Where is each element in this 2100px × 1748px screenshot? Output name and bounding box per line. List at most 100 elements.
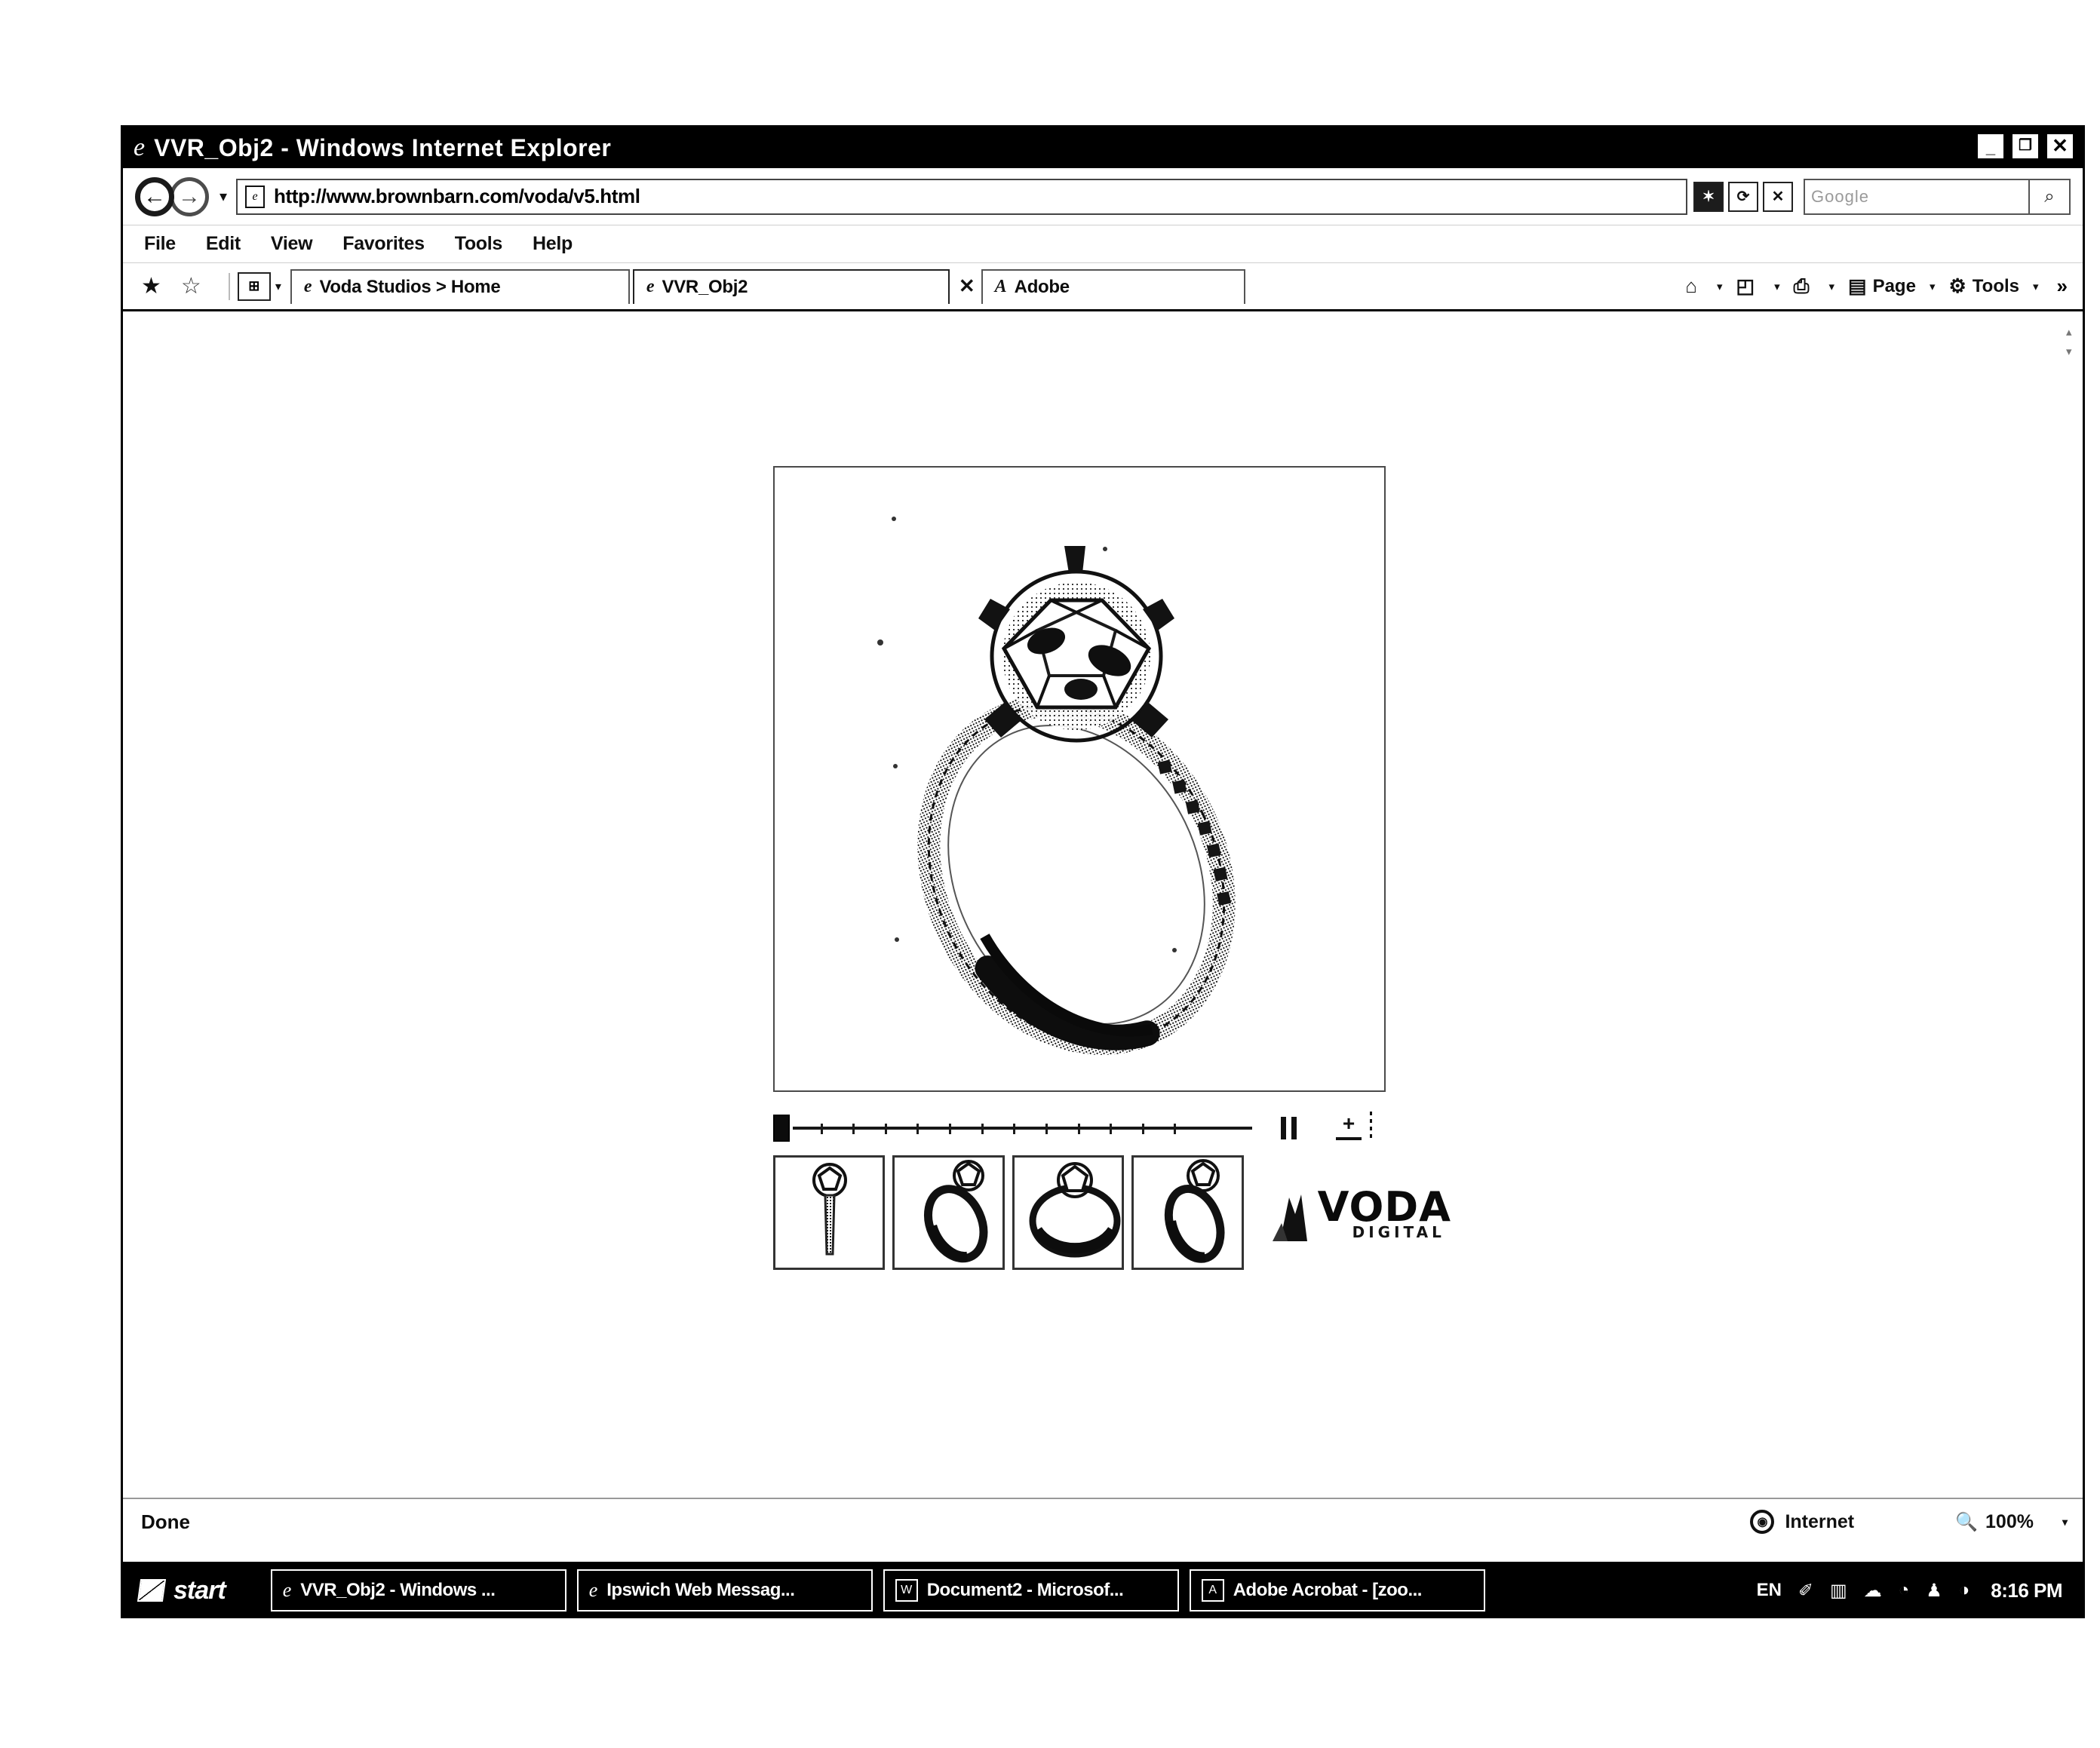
search-input[interactable]: Google <box>1804 178 2030 215</box>
address-bar-icons: ✶ ⟳ ✕ <box>1693 181 1793 212</box>
window-title: VVR_Obj2 - Windows Internet Explorer <box>154 133 612 161</box>
shield-icon[interactable]: ◔ <box>1899 1580 1910 1601</box>
menu-edit[interactable]: Edit <box>206 233 241 255</box>
tab-list-caret-icon[interactable]: ▾ <box>275 279 281 294</box>
rotation-slider-track[interactable] <box>793 1124 1252 1134</box>
tools-menu-button[interactable]: ⚙ Tools <box>1945 274 2022 298</box>
tools-caret-icon[interactable]: ▾ <box>2033 280 2039 293</box>
tab-adobe[interactable]: A Adobe <box>981 268 1245 304</box>
taskbar-item-label: Adobe Acrobat - [zoo... <box>1233 1580 1422 1600</box>
pause-button[interactable] <box>1281 1117 1297 1139</box>
windows-logo-icon <box>137 1579 167 1602</box>
internet-explorer-icon: e <box>588 1579 598 1601</box>
tab-bar: ★ ☆ ⊞ ▾ e Voda Studios > Home e VVR_Obj2… <box>123 263 2083 311</box>
zoom-slider-track[interactable] <box>1370 1112 1372 1142</box>
pen-icon[interactable]: ✐ <box>1798 1580 1813 1602</box>
thumbnail-view-angled-left[interactable] <box>892 1155 1005 1270</box>
taskbar-item-document2-word[interactable]: W Document2 - Microsof... <box>883 1569 1179 1612</box>
vertical-scrollbar[interactable]: ▴ ▾ <box>2063 311 2083 1498</box>
back-button[interactable]: ← <box>135 176 174 216</box>
network-icon[interactable]: ☁ <box>1864 1580 1882 1602</box>
tab-voda-studios-home[interactable]: e Voda Studios > Home <box>290 268 630 304</box>
zoom-underline <box>1336 1136 1362 1140</box>
menu-help[interactable]: Help <box>533 233 573 255</box>
forward-button[interactable]: → <box>170 176 209 216</box>
thumbnail-view-angled-right[interactable] <box>1131 1155 1244 1270</box>
page-menu-button[interactable]: ▤ Page <box>1845 274 1919 298</box>
zoom-level-control[interactable]: 🔍 100% ▾ <box>1955 1511 2068 1533</box>
history-dropdown-caret[interactable]: ▾ <box>220 187 227 206</box>
add-to-favorites-icon[interactable]: ★ <box>141 274 161 298</box>
messenger-icon[interactable]: ♟ <box>1926 1580 1942 1602</box>
print-button[interactable]: ⎙ <box>1791 274 1819 299</box>
close-button[interactable]: ✕ <box>2045 132 2075 161</box>
window-controls: _ ❐ ✕ <box>1976 132 2075 161</box>
zoom-in-button[interactable]: + <box>1336 1112 1372 1142</box>
word-document-icon: W <box>895 1579 918 1602</box>
thumbnail-strip: VODA DIGITAL <box>773 1155 1451 1270</box>
product-viewer: + VODA DIGITAL <box>763 466 1451 1270</box>
menu-file[interactable]: File <box>144 233 176 255</box>
favorites-center-icon[interactable]: ☆ <box>181 274 201 298</box>
compatibility-view-icon[interactable]: ✶ <box>1693 181 1724 212</box>
thumb-ring-angled-left <box>895 1158 1002 1268</box>
stop-icon[interactable]: ✕ <box>1763 181 1793 212</box>
tab-vvr-obj2[interactable]: e VVR_Obj2 <box>632 268 950 304</box>
tab-label: VVR_Obj2 <box>662 276 748 297</box>
tab-favicon: A <box>994 277 1007 296</box>
minimize-button[interactable]: _ <box>1976 132 2006 161</box>
thumbnail-view-front-upright[interactable] <box>773 1155 886 1270</box>
keyboard-icon[interactable]: ▥ <box>1830 1580 1847 1602</box>
menu-tools[interactable]: Tools <box>455 233 503 255</box>
zoom-level-label: 100% <box>1985 1510 2034 1532</box>
toolbar-overflow-icon[interactable]: » <box>2057 274 2068 298</box>
voda-tagline: DIGITAL <box>1352 1222 1445 1241</box>
menu-bar: File Edit View Favorites Tools Help <box>123 225 2083 263</box>
voda-mark-icon <box>1272 1193 1315 1241</box>
thumb-ring-angled-right <box>1134 1158 1242 1268</box>
internet-explorer-icon: e <box>134 133 145 161</box>
address-bar: ← → ▾ e http://www.brownbarn.com/voda/v5… <box>123 168 2083 225</box>
start-button[interactable]: start <box>125 1567 248 1614</box>
taskbar-item-adobe-acrobat[interactable]: A Adobe Acrobat - [zoo... <box>1189 1569 1485 1612</box>
windows-taskbar: start e VVR_Obj2 - Windows ... e Ipswich… <box>121 1562 2085 1618</box>
scroll-down-icon[interactable]: ▾ <box>2066 345 2072 358</box>
home-caret-icon[interactable]: ▾ <box>1717 280 1723 293</box>
volume-icon[interactable]: ◑ <box>1959 1580 1970 1601</box>
restore-button[interactable]: ❐ <box>2010 132 2040 161</box>
feeds-caret-icon[interactable]: ▾ <box>1774 280 1780 293</box>
address-url-text: http://www.brownbarn.com/voda/v5.html <box>274 185 640 207</box>
page-caret-icon[interactable]: ▾ <box>1930 280 1936 293</box>
tab-favicon: e <box>646 277 655 296</box>
print-caret-icon[interactable]: ▾ <box>1828 280 1834 293</box>
security-zone[interactable]: ◉ Internet 🔍 100% ▾ <box>1750 1510 2068 1534</box>
status-bar: Done ◉ Internet 🔍 100% ▾ <box>123 1498 2083 1544</box>
voda-digital-logo[interactable]: VODA DIGITAL <box>1272 1187 1451 1241</box>
command-bar: ⌂ ▾ ◰ ▾ ⎙ ▾ ▤ Page ▾ ⚙ Tools ▾ » <box>1682 274 2072 299</box>
address-input[interactable]: e http://www.brownbarn.com/voda/v5.html <box>236 178 1687 215</box>
tools-menu-label: Tools <box>1972 275 2019 296</box>
thumbnail-view-top-down[interactable] <box>1012 1155 1125 1270</box>
search-go-button[interactable]: ⌕ <box>2030 178 2071 215</box>
feeds-button[interactable]: ◰ <box>1733 274 1764 298</box>
page-icon: ▤ <box>1847 274 1867 297</box>
close-tab-icon[interactable]: ✕ <box>959 274 975 298</box>
zoom-caret-icon[interactable]: ▾ <box>2062 1516 2068 1529</box>
taskbar-item-vvr-obj2[interactable]: e VVR_Obj2 - Windows ... <box>270 1569 566 1612</box>
scroll-up-icon[interactable]: ▴ <box>2066 325 2072 339</box>
page-viewport: ▴ ▾ + VODA DIGITAL <box>123 311 2083 1498</box>
taskbar-item-ipswich-web-messaging[interactable]: e Ipswich Web Messag... <box>576 1569 873 1612</box>
page-menu-label: Page <box>1872 275 1916 296</box>
rotation-slider-handle[interactable] <box>773 1115 790 1142</box>
menu-view[interactable]: View <box>271 233 313 255</box>
language-indicator[interactable]: EN <box>1757 1580 1782 1601</box>
page-icon: e <box>245 185 266 208</box>
quick-tabs-icon[interactable]: ⊞ <box>237 271 271 301</box>
rss-feed-icon: ◰ <box>1736 274 1755 297</box>
menu-favorites[interactable]: Favorites <box>342 233 425 255</box>
refresh-icon[interactable]: ⟳ <box>1728 181 1758 212</box>
clock[interactable]: 8:16 PM <box>1991 1579 2062 1602</box>
main-product-image[interactable] <box>773 466 1386 1092</box>
tab-label: Voda Studios > Home <box>319 276 501 297</box>
home-button[interactable]: ⌂ <box>1682 274 1706 298</box>
